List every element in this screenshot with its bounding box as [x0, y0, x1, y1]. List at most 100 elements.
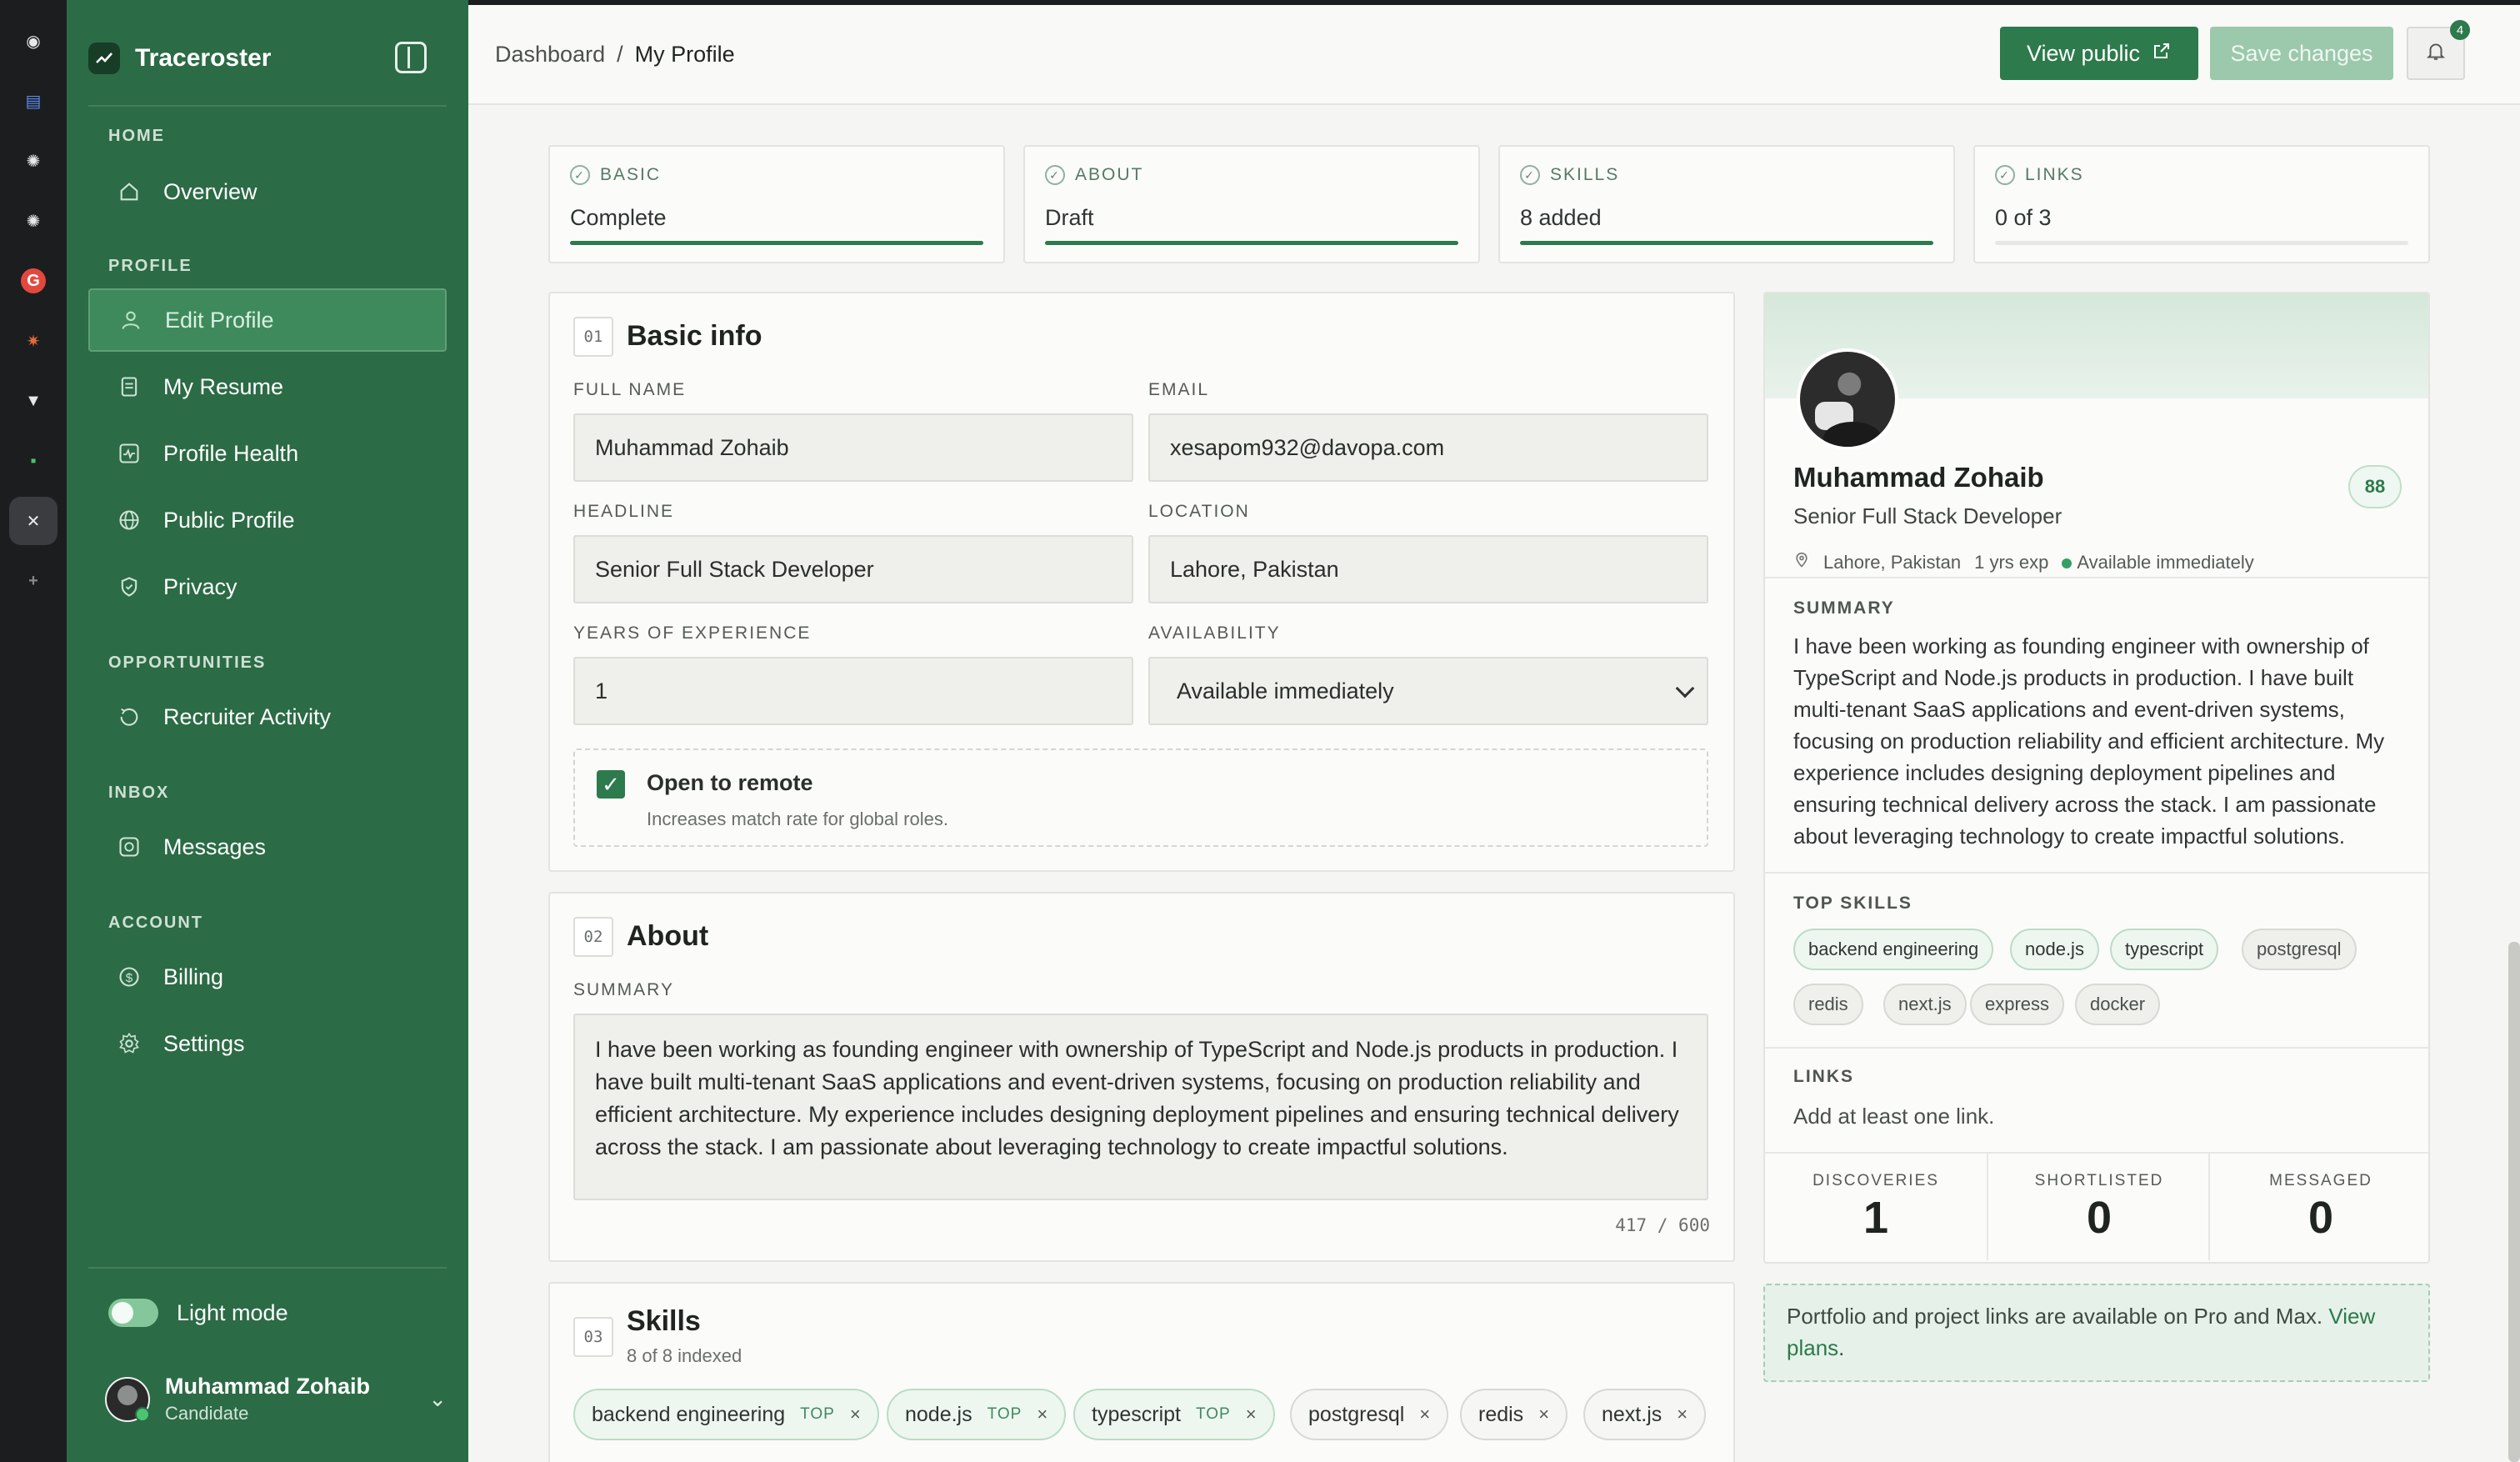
- progress-card-skills[interactable]: ✓ SKILLS 8 added: [1498, 145, 1955, 263]
- view-public-button[interactable]: View public: [2000, 27, 2198, 80]
- sidebar-item-label: Edit Profile: [165, 307, 274, 333]
- gear-icon: [117, 1031, 142, 1056]
- chevron-down-icon: [1675, 678, 1695, 698]
- sidebar-item-overview[interactable]: Overview: [88, 160, 447, 223]
- close-icon[interactable]: ✕: [9, 497, 58, 545]
- location-pin-icon: [1793, 552, 1810, 573]
- skill-chip[interactable]: next.js ×: [1583, 1389, 1707, 1440]
- sidebar-toggle-icon[interactable]: [395, 42, 427, 73]
- stat-discoveries: DISCOVERIES 1: [1765, 1154, 1987, 1260]
- availability-select[interactable]: Available immediately: [1148, 657, 1708, 725]
- bell-icon: [2425, 40, 2447, 68]
- remove-icon[interactable]: ×: [1419, 1404, 1430, 1425]
- sidebar-item-edit-profile[interactable]: Edit Profile: [88, 288, 447, 352]
- breadcrumb-current: My Profile: [634, 42, 735, 67]
- user-menu[interactable]: Muhammad Zohaib Candidate ⌄: [105, 1374, 447, 1424]
- skill-chip[interactable]: backend engineering TOP ×: [573, 1389, 879, 1440]
- openai-icon[interactable]: ✺: [9, 197, 58, 245]
- check-circle-icon: ✓: [570, 165, 590, 185]
- step-number: 02: [573, 917, 613, 957]
- sidebar-item-label: Messages: [163, 834, 267, 859]
- progress-card-basic[interactable]: ✓ BASIC Complete: [548, 145, 1005, 263]
- sidebar-item-recruiter-activity[interactable]: Recruiter Activity: [88, 685, 447, 749]
- sidebar-item-public-profile[interactable]: Public Profile: [88, 488, 447, 552]
- brand-name: Traceroster: [135, 44, 272, 72]
- skill-chip[interactable]: redis ×: [1460, 1389, 1568, 1440]
- divider: [88, 105, 447, 107]
- sidebar-item-profile-health[interactable]: Profile Health: [88, 422, 447, 485]
- preview-skill-chip: postgresql: [2242, 929, 2357, 970]
- grammarly-icon[interactable]: G: [9, 257, 58, 305]
- open-to-remote-checkbox[interactable]: ✓: [597, 770, 625, 799]
- skill-chip[interactable]: node.js TOP ×: [887, 1389, 1067, 1440]
- summary-textarea[interactable]: I have been working as founding engineer…: [573, 1014, 1708, 1200]
- check-circle-icon: ✓: [1995, 165, 2015, 185]
- sidebar-item-label: Billing: [163, 964, 224, 989]
- claude-icon[interactable]: ✷: [9, 317, 58, 365]
- remove-icon[interactable]: ×: [1246, 1404, 1257, 1425]
- preview-skill-chip: backend engineering: [1793, 929, 1994, 970]
- years-input[interactable]: 1: [573, 657, 1133, 725]
- card-title: Basic info: [627, 320, 762, 352]
- location-input[interactable]: Lahore, Pakistan: [1148, 535, 1708, 603]
- preview-name: Muhammad Zohaib: [1793, 462, 2044, 493]
- github-icon[interactable]: ◉: [9, 17, 58, 65]
- progress-bar: [1995, 241, 2408, 245]
- skill-chip[interactable]: postgresql ×: [1290, 1389, 1449, 1440]
- app-dots-icon[interactable]: ▪: [9, 437, 58, 485]
- sidebar-item-billing[interactable]: $ Billing: [88, 945, 447, 1009]
- progress-value: 0 of 3: [1995, 205, 2052, 230]
- progress-label: ABOUT: [1075, 165, 1144, 184]
- top-bar: Dashboard / My Profile View public Save …: [468, 0, 2520, 105]
- notifications-button[interactable]: 4: [2407, 20, 2470, 80]
- sidebar-item-privacy[interactable]: Privacy: [88, 555, 447, 618]
- open-to-remote-box[interactable]: ✓ Open to remote Increases match rate fo…: [573, 749, 1708, 847]
- nav-section-home: HOME: [108, 127, 165, 145]
- sidebar-item-settings[interactable]: Settings: [88, 1012, 447, 1075]
- breadcrumb-dashboard[interactable]: Dashboard: [495, 42, 605, 68]
- light-mode-toggle[interactable]: [108, 1299, 158, 1327]
- brand[interactable]: Traceroster: [88, 38, 271, 78]
- progress-bar: [570, 241, 983, 245]
- nav-section-inbox: INBOX: [108, 784, 170, 802]
- trello-icon[interactable]: ▤: [9, 77, 58, 125]
- stat-shortlisted: SHORTLISTED 0: [1988, 1154, 2210, 1260]
- open-to-remote-label: Open to remote: [647, 770, 813, 795]
- remove-icon[interactable]: ×: [1037, 1404, 1048, 1425]
- progress-label: SKILLS: [1550, 165, 1620, 184]
- app-dock: ◉ ▤ ✺ ✺ G ✷ ▼ ▪ ✕ +: [0, 0, 67, 1462]
- light-mode-row[interactable]: Light mode: [108, 1299, 288, 1327]
- skill-chip[interactable]: typescript TOP ×: [1073, 1389, 1275, 1440]
- skill-name: node.js: [905, 1402, 972, 1426]
- openai-icon[interactable]: ✺: [9, 137, 58, 185]
- light-mode-label: Light mode: [177, 1299, 288, 1325]
- remove-icon[interactable]: ×: [1538, 1404, 1549, 1425]
- upsell-banner: Portfolio and project links are availabl…: [1763, 1284, 2430, 1382]
- progress-card-links[interactable]: ✓ LINKS 0 of 3: [1973, 145, 2430, 263]
- sidebar-item-label: Public Profile: [163, 507, 295, 533]
- email-input[interactable]: xesapom932@davopa.com: [1148, 413, 1708, 482]
- headline-input[interactable]: Senior Full Stack Developer: [573, 535, 1133, 603]
- step-number: 01: [573, 317, 613, 357]
- skills-card: 03 Skills 8 of 8 indexed backend enginee…: [548, 1282, 1735, 1462]
- full-name-input[interactable]: Muhammad Zohaib: [573, 413, 1133, 482]
- top-tag: TOP: [800, 1405, 835, 1423]
- breadcrumb-separator: /: [617, 42, 623, 67]
- dollar-icon: $: [117, 964, 142, 989]
- progress-value: Draft: [1045, 205, 1094, 230]
- sidebar-item-my-resume[interactable]: My Resume: [88, 355, 447, 418]
- progress-bar: [1045, 241, 1458, 245]
- app-v-icon[interactable]: ▼: [9, 377, 58, 425]
- progress-card-about[interactable]: ✓ ABOUT Draft: [1023, 145, 1480, 263]
- upsell-end: .: [1838, 1335, 1845, 1360]
- remove-icon[interactable]: ×: [1677, 1404, 1688, 1425]
- sidebar-item-messages[interactable]: Messages: [88, 815, 447, 879]
- user-name: Muhammad Zohaib: [165, 1374, 371, 1399]
- remove-icon[interactable]: ×: [850, 1404, 861, 1425]
- sidebar-item-label: Settings: [163, 1030, 245, 1056]
- save-changes-button[interactable]: Save changes: [2210, 27, 2393, 80]
- page-scrollbar[interactable]: [2508, 942, 2520, 1462]
- top-skills-heading: TOP SKILLS: [1793, 894, 1912, 913]
- add-icon[interactable]: +: [9, 557, 58, 605]
- preview-skill-chip: docker: [2075, 984, 2161, 1025]
